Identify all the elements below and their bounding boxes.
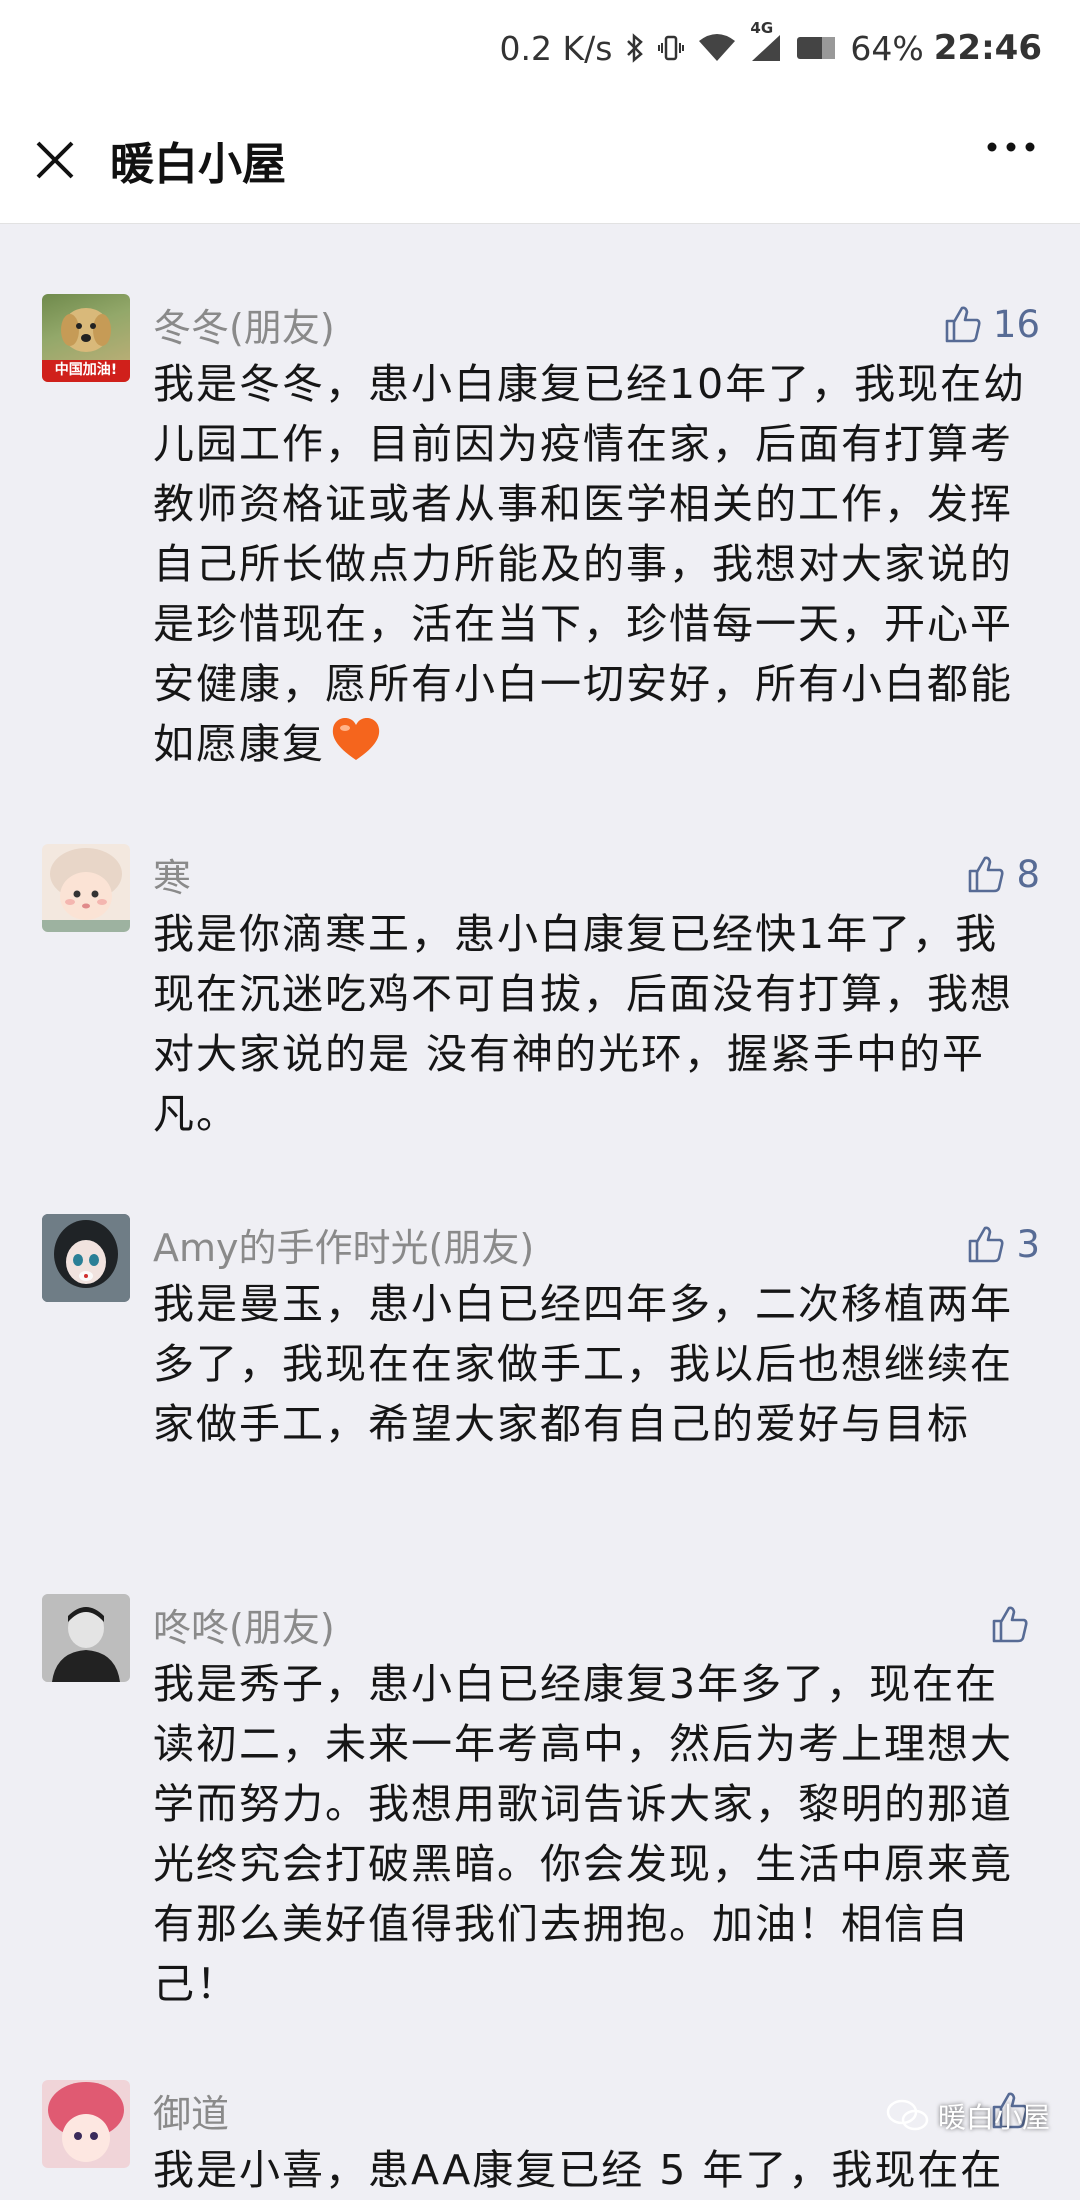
commenter-name[interactable]: 咚咚(朋友) (153, 1597, 990, 1652)
battery-text: 64% (850, 28, 924, 68)
commenter-name[interactable]: 御道 (153, 2083, 990, 2138)
like-button[interactable]: 3 (966, 1223, 1040, 1266)
list-item: Amy的手作时光(朋友) 3 我是曼玉，患小白已经四年多，二次移植两年多了，我现… (0, 1214, 1080, 1454)
like-button[interactable]: 16 (943, 303, 1040, 346)
list-item: 咚咚(朋友) 我是秀子，患小白已经康复3年多了，现在在读初二，未来一年考高中，然… (0, 1594, 1080, 2014)
list-item: 寒 8 我是你滴寒王，患小白康复已经快1年了，我现在沉迷吃鸡不可自拔，后面没有打… (0, 844, 1080, 1144)
thumbs-up-icon (969, 1226, 1004, 1263)
nav-bar: 暖白小屋 (0, 96, 1080, 224)
thumbs-up-icon (945, 306, 981, 343)
commenter-name[interactable]: 冬冬(朋友) (153, 297, 943, 352)
like-button[interactable]: 8 (966, 853, 1040, 896)
comment-body: 我是冬冬，患小白康复已经10年了，我现在幼儿园工作，目前因为疫情在家，后面有打算… (153, 360, 1027, 768)
thumbs-up-icon (992, 1606, 1028, 1643)
bluetooth-icon (626, 33, 644, 63)
more-icon[interactable] (986, 138, 1036, 157)
comment-text: 我是曼玉，患小白已经四年多，二次移植两年多了，我现在在家做手工，我以后也想继续在… (153, 1280, 1013, 1448)
vibrate-icon (658, 33, 685, 63)
comment-header: Amy的手作时光(朋友) 3 (153, 1214, 1040, 1274)
comment-text: 我是冬冬，患小白康复已经10年了，我现在幼儿园工作，目前因为疫情在家，后面有打算… (153, 354, 1040, 778)
heart-emoji-icon (331, 716, 381, 778)
watermark: 暖白小屋 (886, 2096, 1050, 2136)
comment-text: 我是秀子，患小白已经康复3年多了，现在在读初二，未来一年考高中，然后为考上理想大… (153, 1660, 1013, 2008)
list-item: 中国加油! 冬冬(朋友) 16 我是冬冬，患小白康复已经10年了，我现在幼儿园工… (0, 294, 1080, 778)
avatar[interactable] (42, 844, 130, 932)
wifi-icon (698, 33, 736, 63)
page-title: 暖白小屋 (110, 138, 286, 190)
comment-text: 我是小喜，患AA康复已经 5 年了，我现在在 (153, 2146, 1004, 2194)
network-type: 4G (750, 19, 774, 37)
wechat-icon (886, 2099, 929, 2131)
avatar[interactable] (42, 2080, 130, 2168)
thumbs-up-icon (969, 856, 1004, 893)
commenter-name[interactable]: 寒 (153, 847, 966, 902)
clock: 22:46 (933, 28, 1042, 68)
commenter-name[interactable]: Amy的手作时光(朋友) (153, 1217, 966, 1272)
like-count: 8 (1016, 852, 1040, 896)
comment-header: 咚咚(朋友) (153, 1594, 1040, 1654)
close-icon[interactable] (0, 96, 110, 224)
signal-icon: 4G (750, 19, 782, 63)
sim-icon (796, 34, 836, 62)
like-count: 16 (992, 302, 1040, 346)
comment-text: 我是你滴寒王，患小白康复已经快1年了，我现在沉迷吃鸡不可自拔，后面没有打算，我想… (153, 910, 1013, 1138)
like-button[interactable] (990, 1604, 1040, 1644)
comment-header: 寒 8 (153, 844, 1040, 904)
watermark-text: 暖白小屋 (937, 2101, 1050, 2134)
comment-header: 冬冬(朋友) 16 (153, 294, 1040, 354)
avatar[interactable]: 中国加油! (42, 294, 130, 382)
status-bar: 0.2 K/s 4G 64% 22:46 (0, 0, 1080, 96)
like-count: 3 (1016, 1222, 1040, 1266)
avatar[interactable] (42, 1214, 130, 1302)
net-speed: 0.2 K/s (499, 28, 613, 68)
avatar[interactable] (42, 1594, 130, 1682)
avatar-caption: 中国加油! (54, 362, 118, 378)
